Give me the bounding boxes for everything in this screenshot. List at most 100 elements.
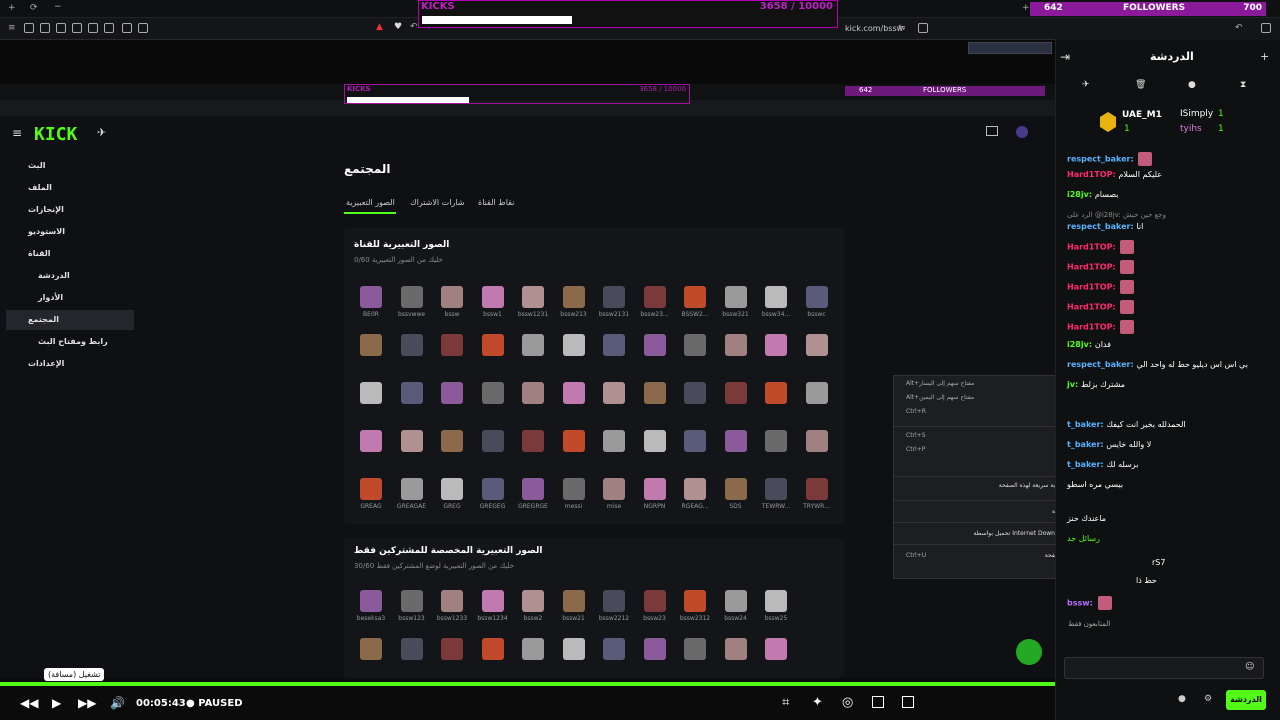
chat-username[interactable]: respect_baker:	[1067, 360, 1136, 369]
emote[interactable]	[360, 638, 382, 660]
emote[interactable]	[441, 286, 463, 308]
emote[interactable]	[724, 382, 747, 404]
chat-username[interactable]: respect_baker:	[1067, 155, 1136, 164]
emote[interactable]	[562, 334, 585, 356]
nav-settings[interactable]: الإعدادات	[10, 354, 134, 374]
chat-bubble-icon-2[interactable]: ●	[1178, 694, 1186, 704]
sparkle-icon[interactable]: ✦	[812, 695, 823, 710]
emote[interactable]	[481, 334, 504, 356]
emote[interactable]	[360, 430, 382, 452]
support-bubble-icon[interactable]	[1016, 639, 1042, 665]
kick-logo[interactable]: KICK	[34, 124, 77, 145]
emote[interactable]	[562, 478, 585, 500]
chat-send-button[interactable]: الدردشة	[1226, 690, 1266, 710]
emote[interactable]	[481, 590, 504, 612]
chat-username[interactable]: respect_baker:	[1067, 222, 1136, 231]
avatar[interactable]	[1016, 126, 1028, 138]
chat-message[interactable]: i28jv: بصسام	[1067, 190, 1119, 199]
download-icon[interactable]	[104, 23, 114, 36]
nav-roles[interactable]: الأدوار	[20, 288, 134, 308]
emote[interactable]	[562, 430, 585, 452]
emote[interactable]	[684, 590, 706, 612]
volume-icon[interactable]: 🔊	[110, 696, 125, 710]
pin-icon-3[interactable]: ✈	[1082, 80, 1090, 90]
chat-message[interactable]: t_baker: برسله لك	[1067, 460, 1138, 469]
emote[interactable]	[360, 286, 382, 308]
emote[interactable]	[684, 478, 706, 500]
screenshot-icon[interactable]	[122, 23, 132, 36]
emote[interactable]	[441, 478, 463, 500]
emote[interactable]	[603, 590, 625, 612]
undo-icon[interactable]: ↶	[1235, 23, 1243, 33]
emote[interactable]	[643, 382, 666, 404]
emote[interactable]	[684, 382, 706, 404]
emote[interactable]	[400, 638, 423, 660]
edit-icon[interactable]	[40, 23, 50, 36]
emote[interactable]	[522, 430, 544, 452]
emote[interactable]	[562, 286, 585, 308]
emote[interactable]	[643, 430, 666, 452]
emote[interactable]	[724, 590, 747, 612]
emote[interactable]	[643, 334, 666, 356]
emote[interactable]	[805, 334, 828, 356]
emoji-icon[interactable]: ☺	[1245, 662, 1254, 672]
emote[interactable]	[805, 478, 828, 500]
emote[interactable]	[643, 638, 666, 660]
emote[interactable]	[400, 590, 423, 612]
chat-icon[interactable]: ●	[1188, 80, 1196, 90]
emote[interactable]	[684, 430, 706, 452]
chat-message[interactable]: Hard1TOP:	[1067, 260, 1135, 274]
emote[interactable]	[522, 478, 544, 500]
emote[interactable]	[684, 334, 706, 356]
chat-username[interactable]: i28jv:	[1067, 340, 1095, 349]
rewind-icon[interactable]: ◀◀	[20, 696, 38, 710]
music-icon[interactable]	[88, 23, 98, 36]
chat-message[interactable]: Hard1TOP:	[1067, 300, 1135, 314]
emote[interactable]	[765, 382, 787, 404]
tab-sub-badges[interactable]: شارات الاشتراك	[410, 198, 464, 207]
chat-bubble-icon[interactable]	[138, 23, 148, 36]
chat-message[interactable]: t_baker: لا والله خايس	[1067, 440, 1151, 449]
chat-message[interactable]: respect_baker: بي اس اس ديليو حط له واحد…	[1067, 360, 1248, 369]
emote[interactable]	[724, 334, 747, 356]
nav-channel[interactable]: القناة	[10, 244, 134, 264]
hamburger-icon[interactable]: ≡	[12, 126, 22, 140]
chat-message[interactable]: i28jv: فدان	[1067, 340, 1111, 349]
emote[interactable]	[643, 286, 666, 308]
emote[interactable]	[562, 638, 585, 660]
tab-emotes[interactable]: الصور التعبيرية	[346, 198, 395, 207]
emote[interactable]	[765, 590, 787, 612]
emote[interactable]	[360, 478, 382, 500]
emote[interactable]	[684, 638, 706, 660]
emote[interactable]	[603, 382, 625, 404]
chat-username[interactable]: Hard1TOP:	[1067, 263, 1118, 272]
emote[interactable]	[360, 382, 382, 404]
tab-icon[interactable]	[72, 23, 82, 36]
emote[interactable]	[562, 382, 585, 404]
hourglass-icon[interactable]: ⧗	[1240, 80, 1246, 90]
nav-stream-key[interactable]: رابط ومفتاح البث	[20, 332, 134, 352]
emote[interactable]	[360, 590, 382, 612]
nav-profile[interactable]: الملف	[10, 178, 134, 198]
chat-message[interactable]: jv: مشترك بزلط	[1067, 380, 1125, 389]
emote[interactable]	[400, 478, 423, 500]
chat-message[interactable]: الرد على @i28jv: وجع حين حيش	[1067, 210, 1166, 219]
chat-message[interactable]: Hard1TOP:	[1067, 280, 1135, 294]
chat-username[interactable]: t_baker:	[1067, 460, 1106, 469]
emote[interactable]	[643, 590, 666, 612]
chat-message[interactable]: ماعندك حنز	[1067, 514, 1106, 523]
back-icon[interactable]: ↶	[410, 22, 418, 32]
emote[interactable]	[603, 430, 625, 452]
speed-icon[interactable]: ◎	[842, 695, 853, 710]
nav-achievements[interactable]: الإنجازات	[10, 200, 134, 220]
add-icon[interactable]: +	[1022, 3, 1030, 13]
menu-icon[interactable]: ≡	[8, 23, 16, 33]
chat-message[interactable]: Hard1TOP:	[1067, 240, 1135, 254]
fullscreen-icon[interactable]	[902, 696, 914, 708]
emote[interactable]	[643, 478, 666, 500]
emote[interactable]	[481, 382, 504, 404]
emote[interactable]	[765, 638, 787, 660]
chat-message[interactable]: بيسي مره اسطو	[1067, 480, 1123, 489]
emote[interactable]	[765, 478, 787, 500]
chat-username[interactable]: bssw:	[1067, 599, 1096, 608]
